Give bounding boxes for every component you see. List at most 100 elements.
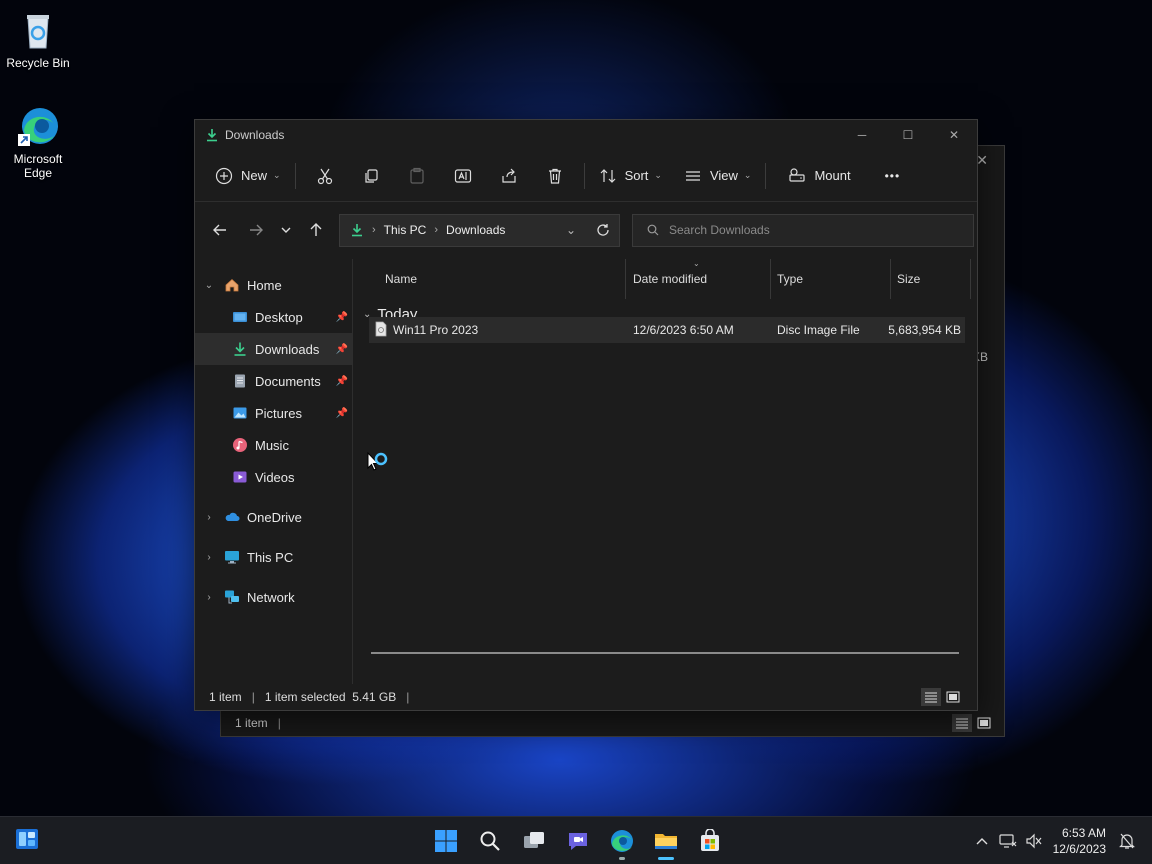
- navigation-pane: ⌄ Home Desktop 📌 Downloads 📌 Documents 📌…: [195, 259, 353, 684]
- column-header-date[interactable]: Date modified: [627, 259, 771, 299]
- desktop-icon-edge[interactable]: Microsoft Edge: [0, 104, 76, 180]
- download-arrow-icon: [207, 129, 217, 142]
- minimize-button[interactable]: ─: [839, 120, 885, 150]
- address-bar[interactable]: › This PC › Downloads ⌄: [339, 213, 620, 247]
- copy-button[interactable]: [348, 159, 394, 193]
- share-button[interactable]: [486, 159, 532, 193]
- explorer-window[interactable]: Downloads ─ ☐ ✕ New ⌄ Sort ⌄ View ⌄ Moun…: [194, 119, 978, 711]
- show-hidden-icons-chevron-icon[interactable]: [969, 836, 995, 846]
- share-icon: [501, 168, 516, 183]
- expand-chevron-icon[interactable]: ›: [195, 592, 223, 603]
- expand-chevron-icon[interactable]: ⌄: [195, 280, 223, 291]
- sidebar-label-onedrive: OneDrive: [247, 509, 302, 525]
- breadcrumb-this-pc[interactable]: This PC: [384, 223, 427, 237]
- sidebar-item-music[interactable]: Music: [195, 429, 352, 461]
- clock[interactable]: 6:53 AM 12/6/2023: [1053, 825, 1106, 857]
- volume-muted-icon[interactable]: [1021, 833, 1047, 849]
- pin-icon[interactable]: 📌: [336, 312, 348, 323]
- sidebar-item-videos[interactable]: Videos: [195, 461, 352, 493]
- monitor-icon: [223, 548, 241, 566]
- column-header-type[interactable]: Type: [771, 259, 891, 299]
- busy-cursor-icon: [367, 452, 388, 471]
- breadcrumb-separator-icon: ›: [372, 224, 376, 236]
- sidebar-label-this-pc: This PC: [247, 549, 294, 565]
- desktop-icon: [231, 308, 249, 326]
- music-icon: [231, 436, 249, 454]
- recycle-bin-label: Recycle Bin: [6, 56, 70, 70]
- downloads-icon: [231, 340, 249, 358]
- edge-taskbar-button[interactable]: [600, 823, 644, 860]
- file-size: 5,683,954 KB: [888, 323, 961, 337]
- pin-icon[interactable]: 📌: [336, 344, 348, 355]
- back-close-icon[interactable]: ✕: [976, 152, 988, 169]
- sidebar-label-home: Home: [247, 277, 282, 293]
- more-options-button[interactable]: •••: [877, 159, 909, 193]
- sidebar-item-onedrive[interactable]: › OneDrive: [195, 501, 352, 533]
- title-bar[interactable]: Downloads ─ ☐ ✕: [195, 120, 977, 150]
- rename-button[interactable]: [440, 159, 486, 193]
- sidebar-item-this-pc[interactable]: › This PC: [195, 541, 352, 573]
- clock-time: 6:53 AM: [1061, 826, 1106, 840]
- recent-locations-button[interactable]: [271, 215, 301, 245]
- start-button[interactable]: [424, 823, 468, 859]
- back-button[interactable]: [205, 215, 235, 245]
- sidebar-item-pictures[interactable]: Pictures 📌: [195, 397, 352, 429]
- back-tiles-view-icon[interactable]: [974, 714, 994, 732]
- delete-button[interactable]: [532, 159, 578, 193]
- sidebar-item-downloads[interactable]: Downloads 📌: [195, 333, 352, 365]
- mount-button[interactable]: Mount: [780, 159, 858, 193]
- arrow-right-icon: [250, 224, 263, 236]
- search-box[interactable]: [632, 213, 974, 247]
- store-taskbar-button[interactable]: [688, 823, 732, 859]
- expand-chevron-icon[interactable]: ›: [195, 512, 223, 523]
- expand-chevron-icon[interactable]: ›: [195, 552, 223, 563]
- file-explorer-taskbar-button[interactable]: [644, 823, 688, 860]
- search-input[interactable]: [669, 223, 949, 237]
- tiles-view-icon[interactable]: [943, 688, 963, 706]
- chat-button[interactable]: [556, 823, 600, 859]
- horizontal-scrollbar[interactable]: [371, 652, 959, 654]
- rename-icon: [454, 168, 471, 183]
- network-status-icon[interactable]: [995, 833, 1021, 849]
- address-history-chevron-icon[interactable]: ⌄: [555, 223, 587, 237]
- file-row[interactable]: Win11 Pro 2023 12/6/2023 6:50 AM Disc Im…: [369, 317, 965, 343]
- new-button[interactable]: New ⌄: [207, 159, 289, 193]
- breadcrumb-downloads[interactable]: Downloads: [446, 223, 505, 237]
- status-bar: 1 item | 1 item selected 5.41 GB |: [195, 684, 977, 710]
- sidebar-label-documents: Documents: [255, 373, 321, 389]
- widgets-button[interactable]: [14, 827, 40, 856]
- sort-icon: [600, 168, 615, 183]
- task-view-button[interactable]: [512, 823, 556, 859]
- up-button[interactable]: [301, 215, 331, 245]
- refresh-icon[interactable]: [587, 223, 619, 237]
- column-header-name[interactable]: Name: [379, 259, 626, 299]
- sort-button[interactable]: Sort ⌄: [591, 159, 670, 193]
- arrow-up-icon: [310, 223, 322, 236]
- details-view-icon[interactable]: [921, 688, 941, 706]
- close-button[interactable]: ✕: [931, 120, 977, 150]
- file-list-pane[interactable]: Name ⌄ Date modified Type Size ⌄ Today W…: [355, 259, 977, 684]
- sidebar-item-home[interactable]: ⌄ Home: [195, 269, 352, 301]
- pin-icon[interactable]: 📌: [336, 408, 348, 419]
- edge-icon: [18, 108, 58, 146]
- forward-button[interactable]: [241, 215, 271, 245]
- search-icon: [647, 224, 659, 236]
- pin-icon[interactable]: 📌: [336, 376, 348, 387]
- view-button[interactable]: View ⌄: [676, 159, 760, 193]
- view-label: View: [709, 168, 738, 183]
- sidebar-item-desktop[interactable]: Desktop 📌: [195, 301, 352, 333]
- desktop-icon-recycle-bin[interactable]: Recycle Bin: [0, 8, 76, 70]
- paste-button[interactable]: [394, 159, 440, 193]
- search-button[interactable]: [468, 823, 512, 859]
- videos-icon: [231, 468, 249, 486]
- sidebar-label-videos: Videos: [255, 469, 295, 485]
- sidebar-item-documents[interactable]: Documents 📌: [195, 365, 352, 397]
- maximize-button[interactable]: ☐: [885, 120, 931, 150]
- back-details-view-icon[interactable]: [952, 714, 972, 732]
- sidebar-item-network[interactable]: › Network: [195, 581, 352, 613]
- windows-logo-icon: [435, 830, 457, 852]
- disc-drive-icon: [789, 167, 806, 182]
- column-header-size[interactable]: Size: [891, 259, 971, 299]
- notifications-bell-icon[interactable]: [1114, 832, 1140, 850]
- cut-button[interactable]: [302, 159, 348, 193]
